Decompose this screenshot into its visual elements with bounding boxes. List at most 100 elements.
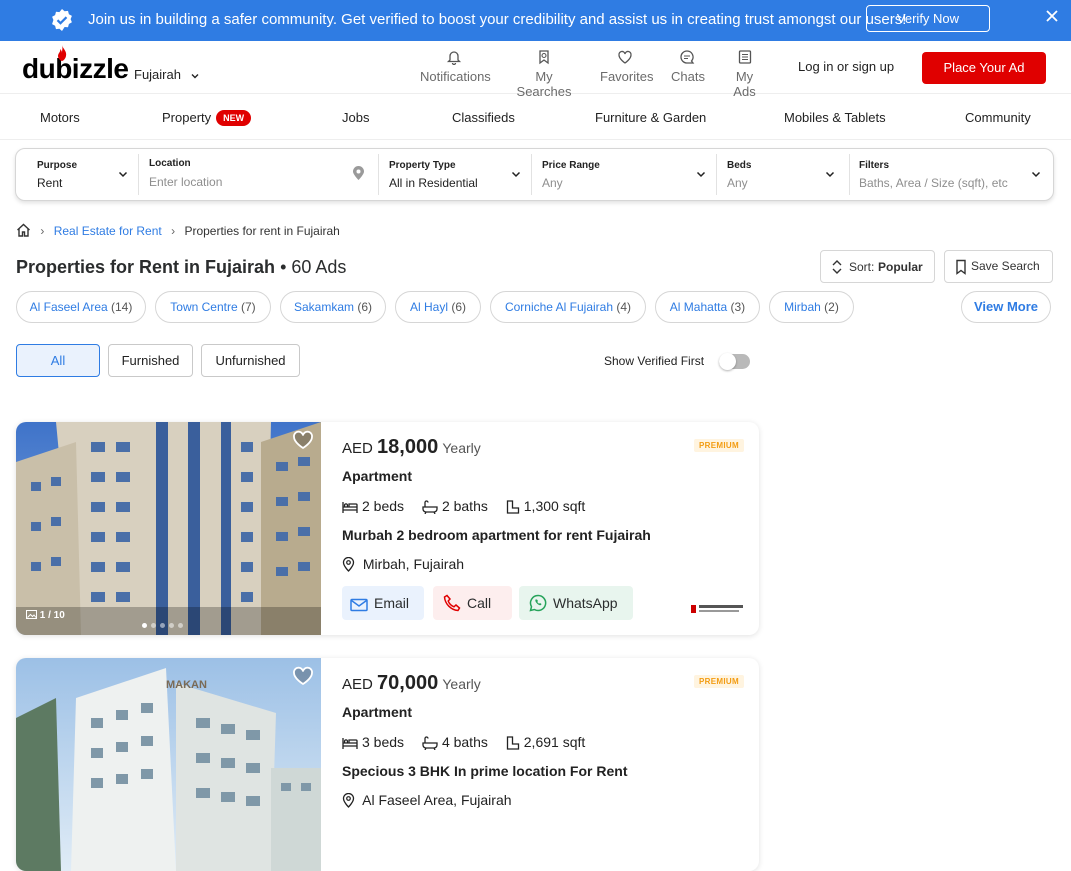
nav-my-searches[interactable]: My Searches (509, 49, 579, 99)
category-classifieds[interactable]: Classifieds (452, 110, 515, 125)
login-link[interactable]: Log in or sign up (798, 59, 894, 74)
listing-location: Al Faseel Area, Fujairah (342, 792, 512, 808)
listing-card[interactable]: 1 / 10 AED 18,000 Yearly PREMIUM Apartme… (16, 422, 759, 635)
listing-photo[interactable]: 1 / 10 (16, 422, 321, 635)
area-count: (3) (730, 300, 746, 314)
category-furniture-garden[interactable]: Furniture & Garden (595, 110, 706, 125)
save-search-button[interactable]: Save Search (944, 250, 1053, 283)
beds-count: 3 beds (362, 734, 405, 750)
property-type-dropdown[interactable]: Property Type All in Residential (379, 149, 531, 200)
breadcrumb-link[interactable]: Real Estate for Rent (54, 224, 162, 238)
nav-favorites[interactable]: Favorites (600, 49, 653, 84)
purpose-dropdown[interactable]: Purpose Rent (16, 149, 138, 200)
location-pin-icon (342, 556, 355, 572)
area-chip[interactable]: Mirbah (2) (769, 291, 854, 323)
nav-my-ads[interactable]: My Ads (724, 49, 765, 99)
whatsapp-button[interactable]: WhatsApp (519, 586, 633, 620)
area-chip[interactable]: Al Hayl (6) (395, 291, 481, 323)
city-selector[interactable]: Fujairah (134, 67, 199, 82)
area-count: (6) (357, 300, 373, 314)
sort-button[interactable]: Sort: Popular (820, 250, 935, 283)
area-chip[interactable]: Town Centre (7) (155, 291, 271, 323)
location-text: Mirbah, Fujairah (362, 556, 465, 572)
chevron-down-icon (696, 171, 706, 178)
listing-title[interactable]: Murbah 2 bedroom apartment for rent Fuja… (342, 527, 651, 543)
chevron-down-icon (191, 73, 199, 79)
verified-check-icon (52, 9, 72, 31)
currency: AED (342, 676, 373, 693)
favorite-heart-icon[interactable] (292, 666, 314, 686)
location-input[interactable]: Location Enter location (139, 149, 378, 200)
breadcrumb-current: Properties for rent in Fujairah (184, 224, 340, 238)
category-property[interactable]: Property NEW (162, 110, 252, 126)
purpose-label: Purpose (37, 160, 78, 171)
filter-unfurnished[interactable]: Unfurnished (201, 344, 300, 377)
chat-icon (680, 50, 695, 64)
location-label: Location (149, 158, 191, 169)
carousel-dots[interactable] (142, 615, 187, 633)
listing-location: Mirbah, Fujairah (342, 556, 464, 572)
favorite-heart-icon[interactable] (292, 430, 314, 450)
filter-furnished[interactable]: Furnished (108, 344, 193, 377)
category-mobiles-tablets[interactable]: Mobiles & Tablets (784, 110, 886, 125)
bed-icon (342, 738, 358, 749)
area-count: (2) (824, 300, 839, 314)
premium-badge: PREMIUM (694, 675, 744, 688)
beds-count: 2 beds (362, 498, 405, 514)
baths-count: 4 baths (441, 734, 488, 750)
call-button[interactable]: Call (433, 586, 512, 620)
dubizzle-logo[interactable]: dubizzle (22, 45, 129, 84)
price-range-value: Any (542, 176, 563, 190)
filters-value: Baths, Area / Size (sqft), etc (859, 176, 1008, 190)
price-range-dropdown[interactable]: Price Range Any (532, 149, 716, 200)
photo-counter-text: 1 / 10 (39, 610, 65, 621)
purpose-value: Rent (37, 176, 63, 190)
sort-value: Popular (878, 260, 923, 274)
area-count: (14) (111, 300, 133, 314)
area-icon (506, 736, 519, 750)
chevron-down-icon (1031, 171, 1041, 178)
listing-price: AED 18,000 Yearly (342, 436, 481, 459)
verified-first-toggle[interactable] (719, 353, 750, 370)
area-chip[interactable]: Al Faseel Area (14) (16, 291, 146, 323)
listing-title[interactable]: Specious 3 BHK In prime location For Ren… (342, 763, 627, 779)
property-search-bar: Purpose Rent Location Enter location Pro… (15, 148, 1054, 201)
ad-count: • 60 Ads (280, 257, 347, 277)
nav-chats[interactable]: Chats (671, 49, 705, 84)
agency-logo[interactable] (691, 603, 745, 615)
email-button[interactable]: Email (342, 586, 424, 620)
home-icon[interactable] (16, 223, 31, 237)
beds-dropdown[interactable]: Beds Any (717, 149, 849, 200)
currency: AED (342, 440, 373, 457)
area-name: Corniche Al Fujairah (504, 300, 614, 314)
listing-photo[interactable]: MAKAN (16, 658, 321, 871)
bell-icon (446, 51, 462, 65)
filter-all[interactable]: All (16, 344, 100, 377)
listing-price: AED 70,000 Yearly (342, 672, 481, 695)
page-title: Properties for Rent in Fujairah • 60 Ads (16, 257, 346, 278)
verify-now-button[interactable]: Verify Now (866, 5, 990, 32)
heart-icon (618, 50, 632, 64)
chevron-down-icon (511, 171, 521, 178)
beds-label: Beds (727, 160, 752, 171)
filters-dropdown[interactable]: Filters Baths, Area / Size (sqft), etc (850, 149, 1053, 200)
listing-card[interactable]: MAKAN AED 70,000 Yearly PREMIUM Apartmen… (16, 658, 759, 871)
price-range-label: Price Range (542, 160, 600, 171)
place-ad-button[interactable]: Place Your Ad (922, 52, 1046, 84)
close-icon[interactable] (1044, 8, 1060, 24)
view-more-button[interactable]: View More (961, 291, 1051, 323)
category-jobs[interactable]: Jobs (342, 110, 369, 125)
category-community[interactable]: Community (965, 110, 1031, 125)
area-chip[interactable]: Corniche Al Fujairah (4) (490, 291, 646, 323)
area-chip[interactable]: Al Mahatta (3) (655, 291, 760, 323)
property-type-value: All in Residential (389, 176, 478, 190)
nav-notifications[interactable]: Notifications (420, 49, 491, 84)
area-chip[interactable]: Sakamkam (6) (280, 291, 386, 323)
location-pin-icon (353, 166, 364, 180)
price-amount: 70,000 (377, 672, 439, 694)
category-motors[interactable]: Motors (40, 110, 80, 125)
area-name: Al Mahatta (669, 300, 728, 314)
area-name: Sakamkam (293, 300, 354, 314)
premium-badge: PREMIUM (694, 439, 744, 452)
verification-banner: Join us in building a safer community. G… (0, 0, 1071, 41)
